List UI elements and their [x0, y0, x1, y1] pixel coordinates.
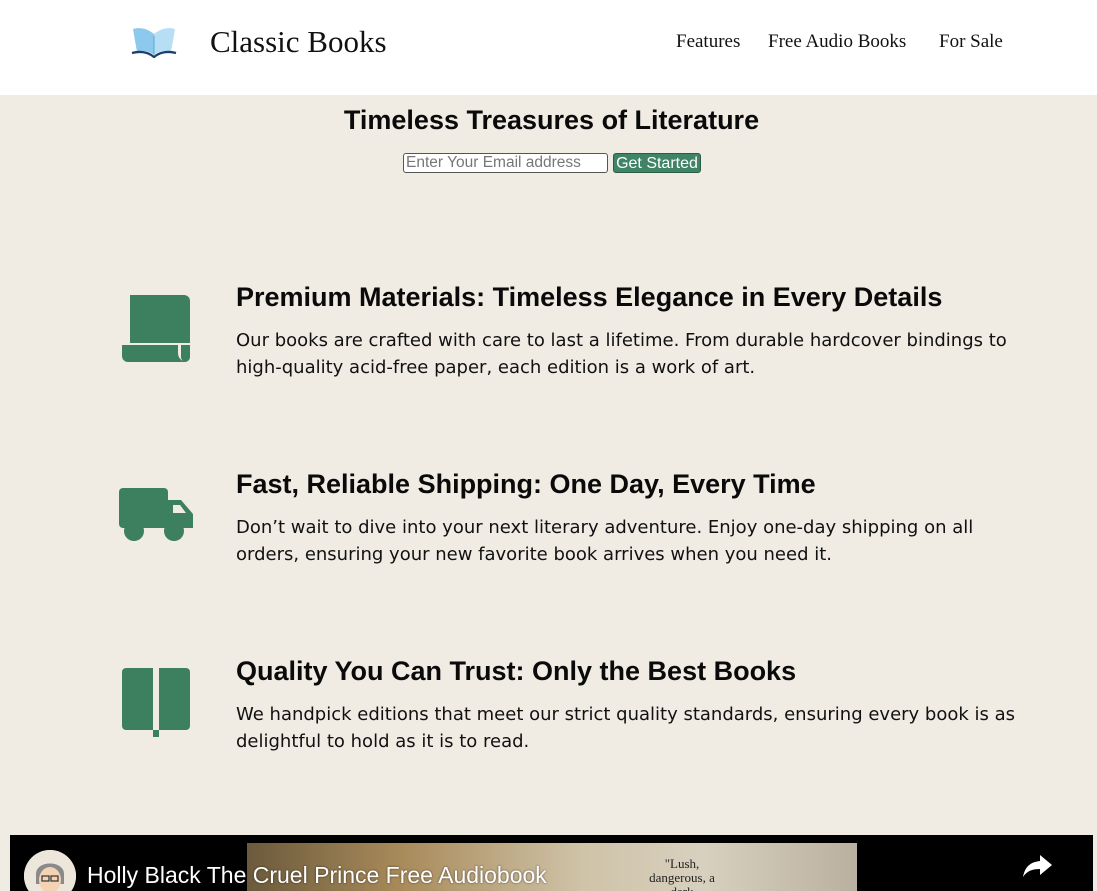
- feature-title: Quality You Can Trust: Only the Best Boo…: [236, 656, 797, 686]
- nav-link-features[interactable]: Features: [676, 30, 740, 54]
- feature-title: Fast, Reliable Shipping: One Day, Every …: [236, 469, 816, 499]
- feature-description: Our books are crafted with care to last …: [236, 330, 1007, 378]
- open-book-logo-icon[interactable]: [131, 26, 177, 58]
- channel-avatar[interactable]: [24, 850, 76, 891]
- feature-description: Don’t wait to dive into your next litera…: [236, 517, 974, 565]
- nav-link-free-audio-books[interactable]: Free Audio Books: [768, 30, 906, 54]
- feature-description: We handpick editions that meet our stric…: [236, 704, 1016, 752]
- get-started-button[interactable]: Get Started: [613, 153, 701, 173]
- share-icon[interactable]: [1023, 853, 1053, 879]
- video-title[interactable]: Holly Black The Cruel Prince Free Audiob…: [87, 861, 547, 889]
- site-header: Classic Books Features Free Audio Books …: [0, 0, 1097, 95]
- nav-link-for-sale[interactable]: For Sale: [939, 30, 1003, 54]
- thumbnail-quote-text: "Lush, dangerous, a dark: [649, 856, 715, 891]
- scroll-icon: [122, 295, 190, 362]
- feature-title: Premium Materials: Timeless Elegance in …: [236, 282, 943, 312]
- person-avatar-icon: [24, 850, 76, 891]
- hero-title: Timeless Treasures of Literature: [343, 105, 760, 135]
- email-input[interactable]: [403, 153, 608, 173]
- brand-name[interactable]: Classic Books: [210, 22, 387, 62]
- book-open-icon: [122, 668, 190, 737]
- embedded-video-player[interactable]: "Lush, dangerous, a dark Holly Black The…: [10, 835, 1093, 891]
- truck-icon: [119, 488, 193, 541]
